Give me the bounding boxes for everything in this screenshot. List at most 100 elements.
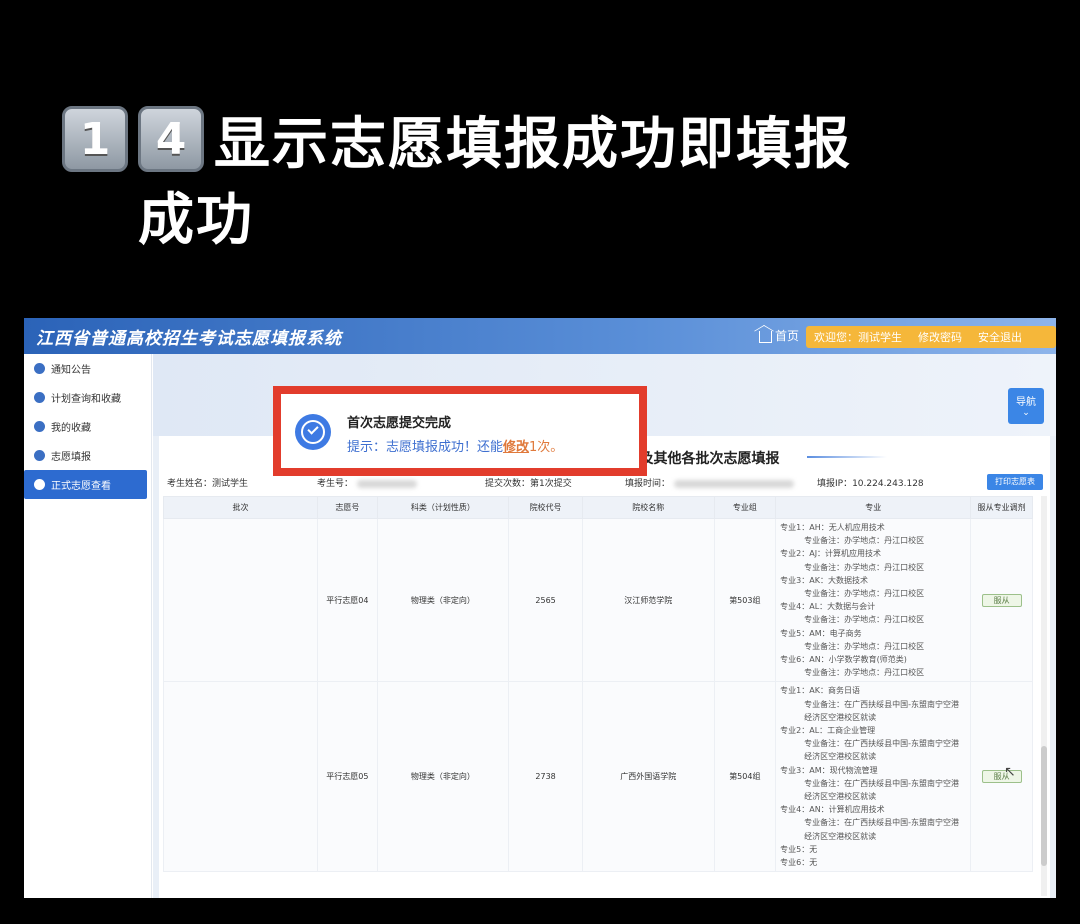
sidebar-item-label: 计划查询和收藏	[51, 394, 121, 405]
major-note: 专业备注：办学地点：丹江口校区	[804, 641, 925, 651]
notice-suffix: 1次。	[529, 440, 564, 455]
sidebar-item-view-official[interactable]: 正式志愿查看	[24, 470, 147, 499]
student-name: 考生姓名：测试学生	[167, 479, 249, 489]
major-name: 专业3：AM：现代物流管理	[780, 765, 878, 775]
major-name: 专业6：AN：小学数学教育(师范类)	[780, 655, 907, 665]
print-button[interactable]: 打印志愿表	[987, 474, 1043, 490]
favorites-icon	[34, 421, 45, 432]
notice-icon	[34, 363, 45, 374]
major-name: 专业5：无	[780, 844, 818, 854]
fill-icon	[34, 450, 45, 461]
table-row: 平行志愿05 物理类（非定向） 2738 广西外国语学院 第504组 专业1：AK：商务日…	[162, 681, 1033, 873]
nav-button[interactable]: 导航 ⌄	[1008, 388, 1044, 424]
redacted-value	[674, 479, 795, 488]
modify-link[interactable]: 修改	[503, 440, 529, 455]
major-group-cell: 第504组	[713, 681, 777, 873]
caption: 1 4 显示志愿填报成功即填报 成功	[62, 98, 962, 253]
major-name: 专业1：AH：无人机应用技术	[780, 523, 885, 532]
obey-cell: 服从	[970, 681, 1033, 873]
mouse-cursor-icon: ↖	[1004, 764, 1016, 780]
sidebar-item-fill[interactable]: 志愿填报	[24, 441, 151, 470]
sidebar-item-label: 通知公告	[51, 365, 91, 376]
major-name: 专业3：AK：大数据技术	[780, 575, 868, 585]
major-note: 专业备注：办学地点：丹江口校区	[804, 536, 925, 546]
user-bar: 欢迎您：测试学生 修改密码 安全退出	[806, 326, 1056, 348]
column-header: 院校代号	[508, 496, 584, 519]
keycap-4-icon: 4	[138, 106, 204, 172]
major-note: 专业备注：在广西扶绥县中国-东盟南宁空港经济区空港校区就读	[804, 778, 960, 802]
success-check-icon	[295, 414, 331, 450]
keycap-1-icon: 1	[62, 106, 128, 172]
preference-number-cell: 平行志愿04	[317, 517, 378, 683]
home-link[interactable]: 首页	[759, 327, 799, 344]
sidebar-item-label: 志愿填报	[51, 452, 91, 463]
major-note: 专业备注：在广西扶绥县中国-东盟南宁空港经济区空港校区就读	[804, 739, 960, 762]
major-name: 专业5：AM：电子商务	[780, 628, 862, 638]
obey-cell: 服从	[970, 517, 1033, 683]
school-name-cell: 广西外国语学院	[582, 681, 715, 873]
scrollbar[interactable]	[1041, 496, 1047, 896]
column-header: 服从专业调剂	[970, 496, 1033, 519]
sidebar: 通知公告 计划查询和收藏 我的收藏 志愿填报 正式志愿查看	[24, 354, 152, 898]
caption-line-2: 成功	[62, 180, 962, 253]
caption-text-1: 显示志愿填报成功即填报	[214, 111, 852, 177]
submit-count: 提交次数：第1次提交	[485, 479, 572, 489]
home-icon	[759, 331, 772, 343]
column-header: 科类（计划性质）	[376, 496, 510, 519]
logout-link[interactable]: 安全退出	[970, 329, 1030, 345]
notice-message: 提示：志愿填报成功！还能修改1次。	[347, 436, 563, 455]
caption-text-2: 成功	[138, 187, 254, 253]
scroll-thumb[interactable]	[1041, 746, 1047, 866]
major-note: 专业备注：在广西扶绥县中国-东盟南宁空港经济区空港校区就读	[804, 699, 960, 722]
success-notice: 首次志愿提交完成 提示：志愿填报成功！还能修改1次。	[273, 386, 647, 476]
batch-cell	[162, 517, 319, 683]
sidebar-item-label: 我的收藏	[51, 423, 91, 434]
column-header: 专业	[775, 496, 972, 519]
batch-cell	[162, 681, 319, 873]
sidebar-item-favorites[interactable]: 我的收藏	[24, 412, 151, 441]
major-note: 专业备注：办学地点：丹江口校区	[804, 668, 925, 678]
chevron-down-icon: ⌄	[1022, 408, 1030, 418]
preference-table: 批次 志愿号 科类（计划性质） 院校代号 院校名称 专业组 专业 服从专业调剂 …	[162, 496, 1033, 873]
sidebar-item-plan-query[interactable]: 计划查询和收藏	[24, 383, 151, 412]
student-no-label: 考生号：	[317, 479, 354, 489]
sidebar-item-label: 正式志愿查看	[51, 481, 111, 492]
major-name: 专业4：AN：计算机应用技术	[780, 805, 885, 815]
notice-prefix: 提示：志愿填报成功！还能	[347, 440, 504, 455]
column-header: 批次	[162, 496, 319, 519]
major-note: 专业备注：办学地点：丹江口校区	[804, 562, 925, 572]
preference-number-cell: 平行志愿05	[317, 681, 378, 873]
major-name: 专业6：无	[780, 858, 818, 868]
sidebar-item-notices[interactable]: 通知公告	[24, 354, 151, 383]
obey-adjustment-button[interactable]: 服从	[981, 593, 1022, 607]
school-code-cell: 2565	[508, 517, 584, 683]
major-name: 专业2：AL：工商企业管理	[780, 726, 876, 736]
form-panel: 江西省普通高考提前本科非军事类及其他各批次志愿填报 考生姓名：测试学生 考生号：…	[159, 436, 1050, 898]
change-password-link[interactable]: 修改密码	[910, 329, 970, 345]
system-title: 江西省普通高校招生考试志愿填报系统	[36, 329, 342, 349]
table-row: 平行志愿04 物理类（非定向） 2565 汉江师范学院 第503组 专业1：AH：无人机应…	[162, 517, 1033, 683]
app-screenshot: 江西省普通高校招生考试志愿填报系统 首页 欢迎您：测试学生 修改密码 安全退出 …	[24, 318, 1056, 898]
column-header: 志愿号	[317, 496, 378, 519]
student-no-field: 考生号：	[317, 476, 418, 489]
majors-cell: 专业1：AK：商务日语 专业备注：在广西扶绥县中国-东盟南宁空港经济区空港校区就读…	[775, 681, 972, 873]
major-name: 专业4：AL：大数据与会计	[780, 602, 876, 612]
school-code-cell: 2738	[508, 681, 584, 873]
home-label: 首页	[775, 329, 800, 343]
table-header-row: 批次 志愿号 科类（计划性质） 院校代号 院校名称 专业组 专业 服从专业调剂	[162, 496, 1033, 519]
fill-time-label: 填报时间：	[625, 479, 671, 489]
top-bar: 江西省普通高校招生考试志愿填报系统 首页 欢迎您：测试学生 修改密码 安全退出	[24, 318, 1056, 354]
majors-cell: 专业1：AH：无人机应用技术 专业备注：办学地点：丹江口校区 专业2：AJ：计算机应…	[775, 517, 972, 683]
view-icon	[34, 479, 45, 490]
plan-icon	[34, 392, 45, 403]
major-group-cell: 第503组	[713, 517, 777, 683]
column-header: 专业组	[713, 496, 777, 519]
welcome-text: 欢迎您：测试学生	[814, 331, 902, 344]
student-info-row: 考生姓名：测试学生 考生号： 提交次数：第1次提交 填报时间： 填报IP：10.…	[167, 474, 1043, 492]
major-note: 专业备注：在广西扶绥县中国-东盟南宁空港经济区空港校区就读	[804, 818, 960, 841]
nav-label: 导航	[1016, 397, 1036, 408]
column-header: 院校名称	[582, 496, 715, 519]
category-cell: 物理类（非定向）	[376, 681, 510, 873]
school-name-cell: 汉江师范学院	[582, 517, 715, 683]
fill-ip: 填报IP：10.224.243.128	[817, 479, 924, 489]
